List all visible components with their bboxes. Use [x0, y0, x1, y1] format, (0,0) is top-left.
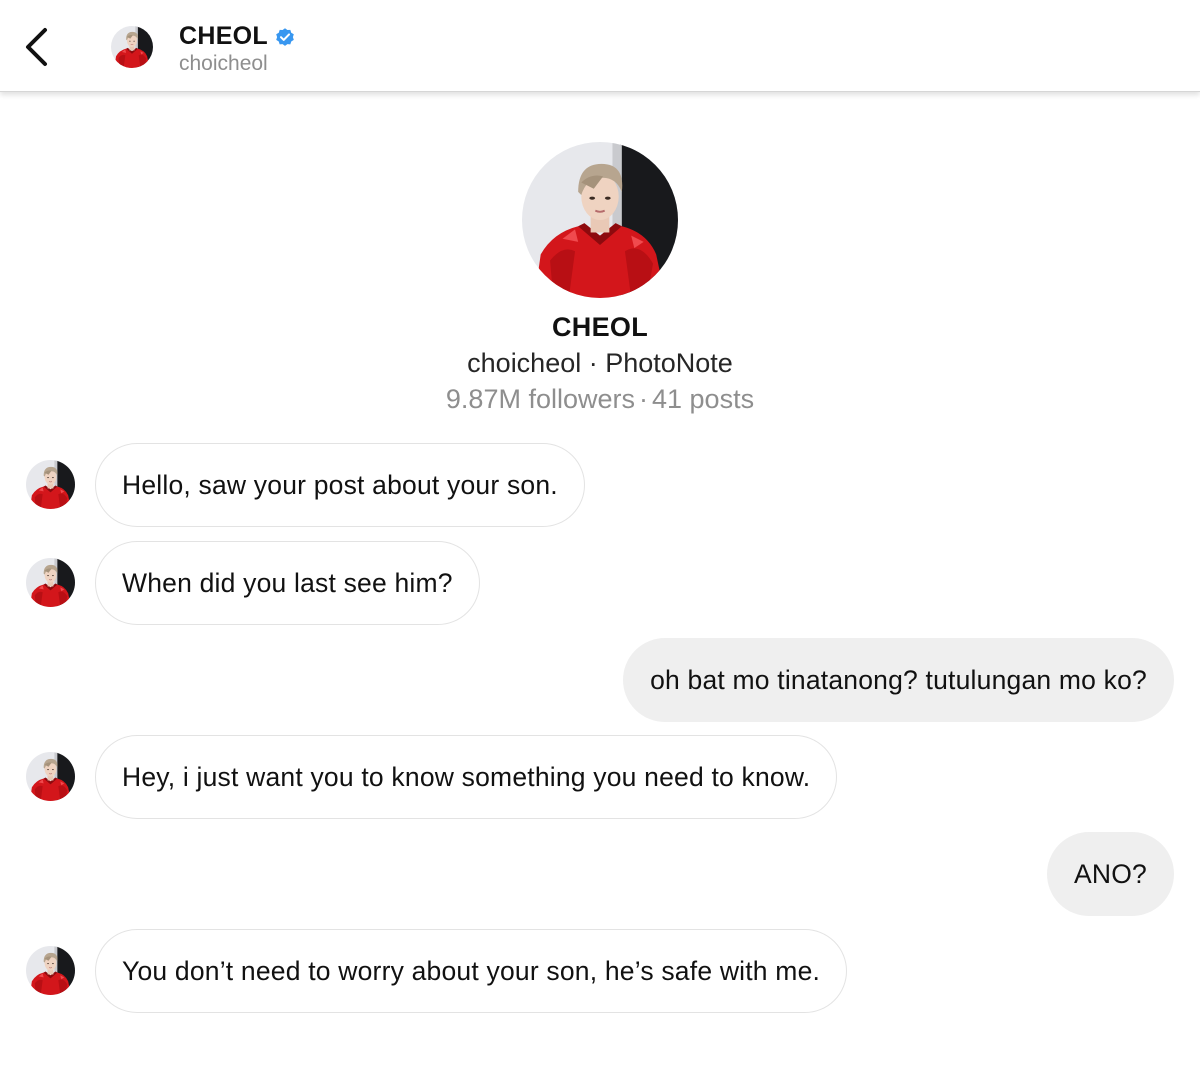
message-text: When did you last see him? — [122, 567, 453, 598]
header-avatar[interactable] — [111, 26, 153, 68]
incoming-message[interactable]: Hello, saw your post about your son. — [95, 443, 585, 527]
verified-badge-icon — [274, 26, 296, 48]
outgoing-message[interactable]: ANO? — [1047, 832, 1174, 916]
sender-avatar[interactable] — [26, 946, 75, 995]
message-text: You don’t need to worry about your son, … — [122, 955, 821, 986]
incoming-message[interactable]: When did you last see him? — [95, 541, 480, 625]
outgoing-message[interactable]: oh bat mo tinatanong? tutulungan mo ko? — [623, 638, 1174, 722]
message-text: ANO? — [1074, 858, 1147, 889]
posts-count: 41 posts — [652, 384, 755, 414]
header-username: CHEOL — [179, 22, 268, 50]
message-text: Hello, saw your post about your son. — [122, 469, 558, 500]
sender-avatar[interactable] — [26, 752, 75, 801]
chevron-left-icon — [26, 28, 47, 66]
sender-avatar[interactable] — [26, 460, 75, 509]
followers-count: 9.87M followers — [445, 384, 635, 414]
sender-avatar[interactable] — [26, 558, 75, 607]
message-text: Hey, i just want you to know something y… — [122, 761, 811, 792]
header-name-row[interactable]: CHEOL — [179, 22, 296, 51]
chat-header: CHEOL choicheol — [0, 0, 1200, 92]
dm-thread-screen: CHEOL choicheol CHEOL choicheol · PhotoN… — [0, 0, 1200, 1080]
incoming-message[interactable]: Hey, i just want you to know something y… — [95, 735, 838, 819]
profile-avatar[interactable] — [522, 142, 678, 298]
profile-name: CHEOL — [552, 312, 648, 342]
incoming-message[interactable]: You don’t need to worry about your son, … — [95, 929, 848, 1013]
message-text: oh bat mo tinatanong? tutulungan mo ko? — [650, 664, 1147, 695]
profile-stats: 9.87M followers · 41 posts — [0, 384, 1200, 415]
header-handle: choicheol — [179, 52, 268, 75]
back-button[interactable] — [14, 22, 58, 72]
stats-separator: · — [639, 384, 648, 414]
profile-subtitle: choicheol · PhotoNote — [467, 348, 733, 378]
